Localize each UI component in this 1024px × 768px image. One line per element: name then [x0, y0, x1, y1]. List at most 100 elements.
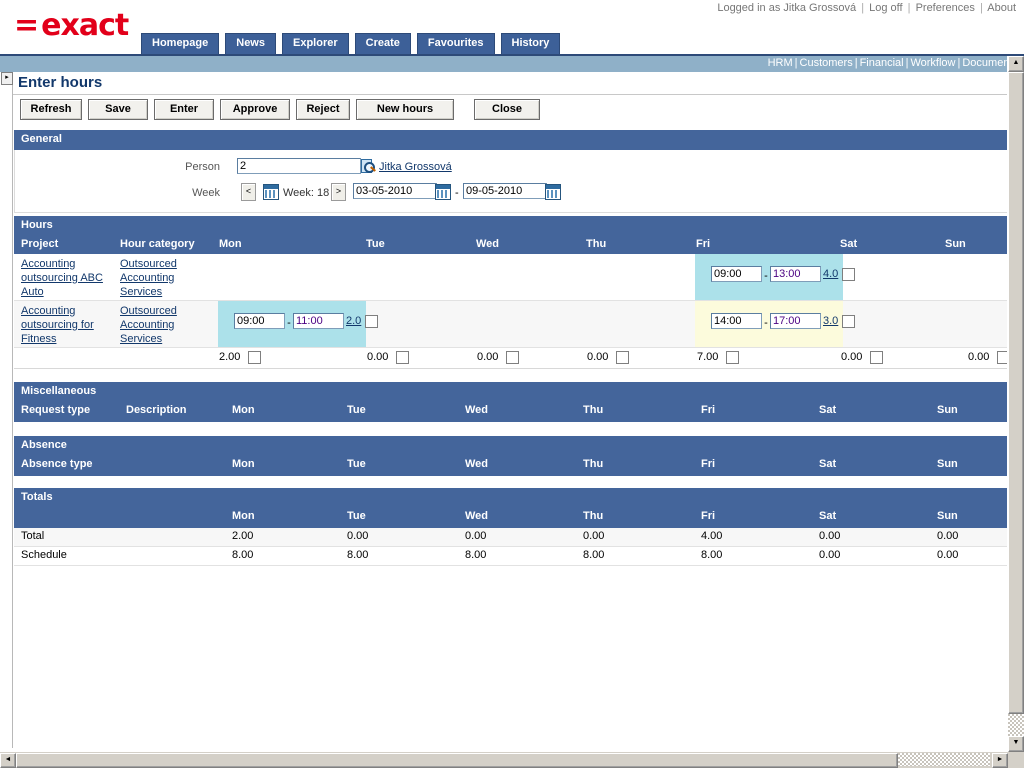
time-entry-cell-mon[interactable]: - 2.0	[218, 301, 379, 347]
horizontal-scroll-track[interactable]	[898, 753, 990, 766]
day-total-checkbox-sat[interactable]	[870, 351, 883, 364]
entry-checkbox[interactable]	[842, 314, 856, 328]
day-total-checkbox-wed[interactable]	[506, 351, 519, 364]
next-week-button[interactable]: >	[331, 183, 346, 201]
scroll-up-arrow-icon[interactable]: ▲	[1008, 56, 1024, 72]
preferences-link[interactable]: Preferences	[916, 2, 975, 14]
separator: |	[794, 57, 798, 69]
project-link[interactable]: Accounting outsourcing ABC Auto	[21, 257, 117, 299]
nav-tab-history[interactable]: History	[500, 33, 561, 55]
week-calendar-icon[interactable]	[263, 184, 279, 200]
schedule-value-sun: 0.00	[937, 549, 959, 561]
previous-week-button[interactable]: <	[241, 183, 256, 201]
time-from-input[interactable]	[234, 313, 285, 329]
close-button[interactable]: Close	[474, 99, 540, 120]
time-to-input[interactable]	[293, 313, 344, 329]
hours-col-thu: Thu	[586, 238, 607, 250]
totals-col-mon: Mon	[232, 510, 255, 522]
expand-panel-icon[interactable]: ▸	[1, 72, 13, 85]
time-entry-group: - 3.0	[711, 313, 856, 329]
nav-tab-explorer[interactable]: Explorer	[282, 33, 349, 55]
save-button[interactable]: Save	[88, 99, 148, 120]
refresh-button[interactable]: Refresh	[20, 99, 82, 120]
misc-col-sun: Sun	[937, 404, 958, 416]
nav-tab-favourites[interactable]: Favourites	[416, 33, 495, 55]
title-divider	[13, 94, 1013, 95]
time-from-input[interactable]	[711, 313, 762, 329]
enter-button[interactable]: Enter	[154, 99, 214, 120]
date-from-input[interactable]	[353, 183, 437, 199]
horizontal-scroll-thumb[interactable]	[16, 753, 898, 768]
time-separator: -	[287, 317, 291, 329]
module-link-financial[interactable]: Financial	[860, 57, 904, 69]
totals-panel: Totals Mon Tue Wed Thu Fri Sat Sun Total…	[14, 488, 1009, 566]
totals-col-wed: Wed	[465, 510, 489, 522]
person-lookup-icon[interactable]	[361, 159, 376, 173]
entry-hours-link[interactable]: 4.0	[823, 268, 838, 280]
date-to-calendar-icon[interactable]	[545, 184, 561, 200]
absence-col-thu: Thu	[583, 458, 604, 470]
totals-value-mon: 2.00	[232, 530, 254, 542]
totals-panel-title: Totals	[14, 488, 1009, 508]
about-link[interactable]: About	[987, 2, 1016, 14]
person-name-link[interactable]: Jitka Grossová	[379, 161, 452, 173]
table-row[interactable]: Accounting outsourcing for Fitness Outso…	[14, 301, 1009, 348]
entry-checkbox[interactable]	[365, 314, 379, 328]
absence-col-fri: Fri	[701, 458, 716, 470]
day-total-wed: 0.00	[477, 351, 499, 363]
hour-category-link[interactable]: Outsourced Accounting Services	[120, 304, 210, 346]
page-title: Enter hours	[18, 74, 103, 91]
module-link-customers[interactable]: Customers	[800, 57, 853, 69]
nav-tab-news[interactable]: News	[225, 33, 276, 55]
time-from-input[interactable]	[711, 266, 762, 282]
person-input[interactable]	[237, 158, 361, 174]
totals-row-schedule: Schedule 8.00 8.00 8.00 8.00 8.00 0.00 0…	[14, 547, 1009, 566]
nav-tab-create[interactable]: Create	[354, 33, 411, 55]
miscellaneous-panel: Miscellaneous Request type Description M…	[14, 382, 1009, 422]
day-total-checkbox-fri[interactable]	[726, 351, 739, 364]
day-total-fri: 7.00	[697, 351, 719, 363]
log-off-link[interactable]: Log off	[869, 2, 902, 14]
nav-tab-homepage[interactable]: Homepage	[141, 33, 220, 55]
vertical-scrollbar[interactable]: ▲ ▼	[1007, 56, 1024, 752]
scroll-down-arrow-icon[interactable]: ▼	[1008, 736, 1024, 752]
time-entry-cell-fri[interactable]: - 4.0	[695, 254, 856, 300]
misc-col-request-type: Request type	[21, 404, 91, 416]
new-hours-button[interactable]: New hours	[356, 99, 454, 120]
date-from-calendar-icon[interactable]	[435, 184, 451, 200]
table-row[interactable]: Accounting outsourcing ABC Auto Outsourc…	[14, 254, 1009, 301]
entry-checkbox[interactable]	[842, 267, 856, 281]
schedule-value-mon: 8.00	[232, 549, 254, 561]
absence-col-tue: Tue	[347, 458, 366, 470]
scroll-left-arrow-icon[interactable]: ◄	[0, 753, 16, 768]
time-to-input[interactable]	[770, 266, 821, 282]
totals-row-label: Schedule	[21, 549, 67, 561]
module-link-workflow[interactable]: Workflow	[910, 57, 955, 69]
hour-category-link[interactable]: Outsourced Accounting Services	[120, 257, 210, 299]
date-to-input[interactable]	[463, 183, 547, 199]
misc-col-sat: Sat	[819, 404, 837, 416]
hours-col-project: Project	[21, 238, 59, 250]
project-link[interactable]: Accounting outsourcing for Fitness	[21, 304, 117, 346]
time-entry-cell-fri[interactable]: - 3.0	[695, 301, 856, 347]
time-to-input[interactable]	[770, 313, 821, 329]
entry-hours-link[interactable]: 3.0	[823, 315, 838, 327]
vertical-scroll-thumb[interactable]	[1008, 72, 1024, 714]
day-total-checkbox-tue[interactable]	[396, 351, 409, 364]
reject-button[interactable]: Reject	[296, 99, 350, 120]
general-panel-title: General	[14, 130, 1009, 150]
approve-button[interactable]: Approve	[220, 99, 290, 120]
vertical-scroll-track[interactable]	[1008, 714, 1024, 736]
totals-value-wed: 0.00	[465, 530, 487, 542]
separator: |	[905, 57, 909, 69]
module-link-hrm[interactable]: HRM	[768, 57, 793, 69]
entry-hours-link[interactable]: 2.0	[346, 315, 361, 327]
scroll-right-arrow-icon[interactable]: ►	[992, 753, 1008, 768]
person-label: Person	[185, 161, 220, 173]
user-session-info: Logged in as Jitka Grossová | Log off | …	[717, 2, 1016, 14]
totals-column-header: Mon Tue Wed Thu Fri Sat Sun	[14, 508, 1009, 528]
day-total-checkbox-mon[interactable]	[248, 351, 261, 364]
horizontal-scrollbar[interactable]: ◄ ►	[0, 752, 1008, 768]
miscellaneous-panel-title: Miscellaneous	[14, 382, 1009, 402]
day-total-checkbox-thu[interactable]	[616, 351, 629, 364]
